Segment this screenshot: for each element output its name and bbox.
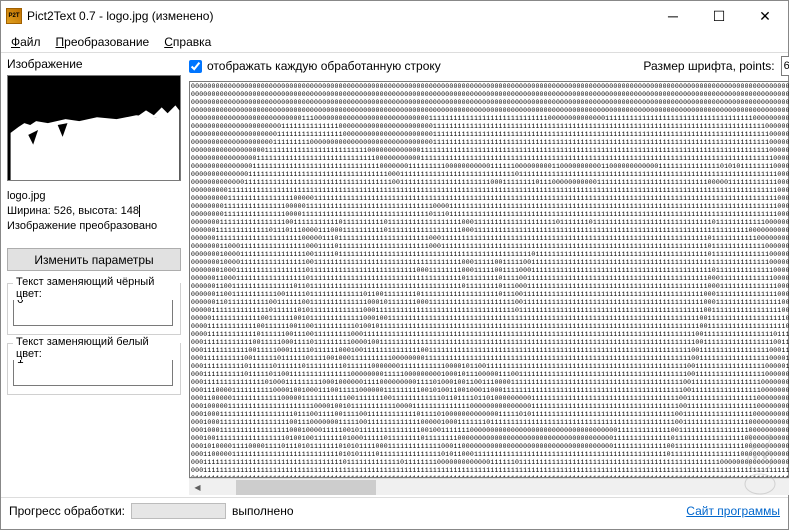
horizontal-scrollbar[interactable]: ◀ ▶: [189, 478, 789, 495]
app-icon: P2T: [6, 8, 22, 24]
info-filename: logo.jpg: [7, 189, 181, 204]
progress-done-label: выполнено: [232, 504, 294, 518]
maximize-button[interactable]: ☐: [696, 1, 742, 31]
menu-transform[interactable]: Преобразование: [56, 35, 150, 49]
info-dimensions: Ширина: 526, высота: 148: [7, 204, 181, 219]
edit-params-button[interactable]: Изменить параметры: [7, 248, 181, 271]
scroll-left-button[interactable]: ◀: [189, 479, 206, 496]
info-status: Изображение преобразовано: [7, 219, 181, 234]
close-button[interactable]: ✕: [742, 1, 788, 31]
image-preview: [7, 75, 181, 181]
scroll-thumb[interactable]: [236, 480, 376, 495]
image-label: Изображение: [7, 57, 181, 71]
menu-file[interactable]: Файл: [11, 35, 41, 49]
menu-help[interactable]: Справка: [164, 35, 211, 49]
image-info: logo.jpg Ширина: 526, высота: 148 Изобра…: [7, 189, 181, 234]
font-size-spinner[interactable]: ▲ ▼: [781, 56, 789, 76]
progress-label: Прогресс обработки:: [9, 504, 125, 518]
show-lines-checkbox[interactable]: отображать каждую обработанную строку: [189, 59, 637, 73]
output-text[interactable]: 0000000000000000000000000000000000000000…: [189, 81, 789, 478]
window-title: Pict2Text 0.7 - logo.jpg (изменено): [27, 9, 650, 23]
black-text-label: Текст заменяющий чёрный цвет:: [13, 276, 180, 300]
show-lines-check-input[interactable]: [189, 60, 202, 73]
font-size-label: Размер шрифта, points:: [643, 59, 774, 73]
white-text-label: Текст заменяющий белый цвет:: [13, 336, 180, 360]
font-size-input[interactable]: [782, 57, 789, 75]
scroll-track[interactable]: [206, 479, 789, 496]
progress-bar: [131, 503, 226, 519]
minimize-button[interactable]: ─: [650, 1, 696, 31]
site-link[interactable]: Сайт программы: [686, 504, 780, 518]
